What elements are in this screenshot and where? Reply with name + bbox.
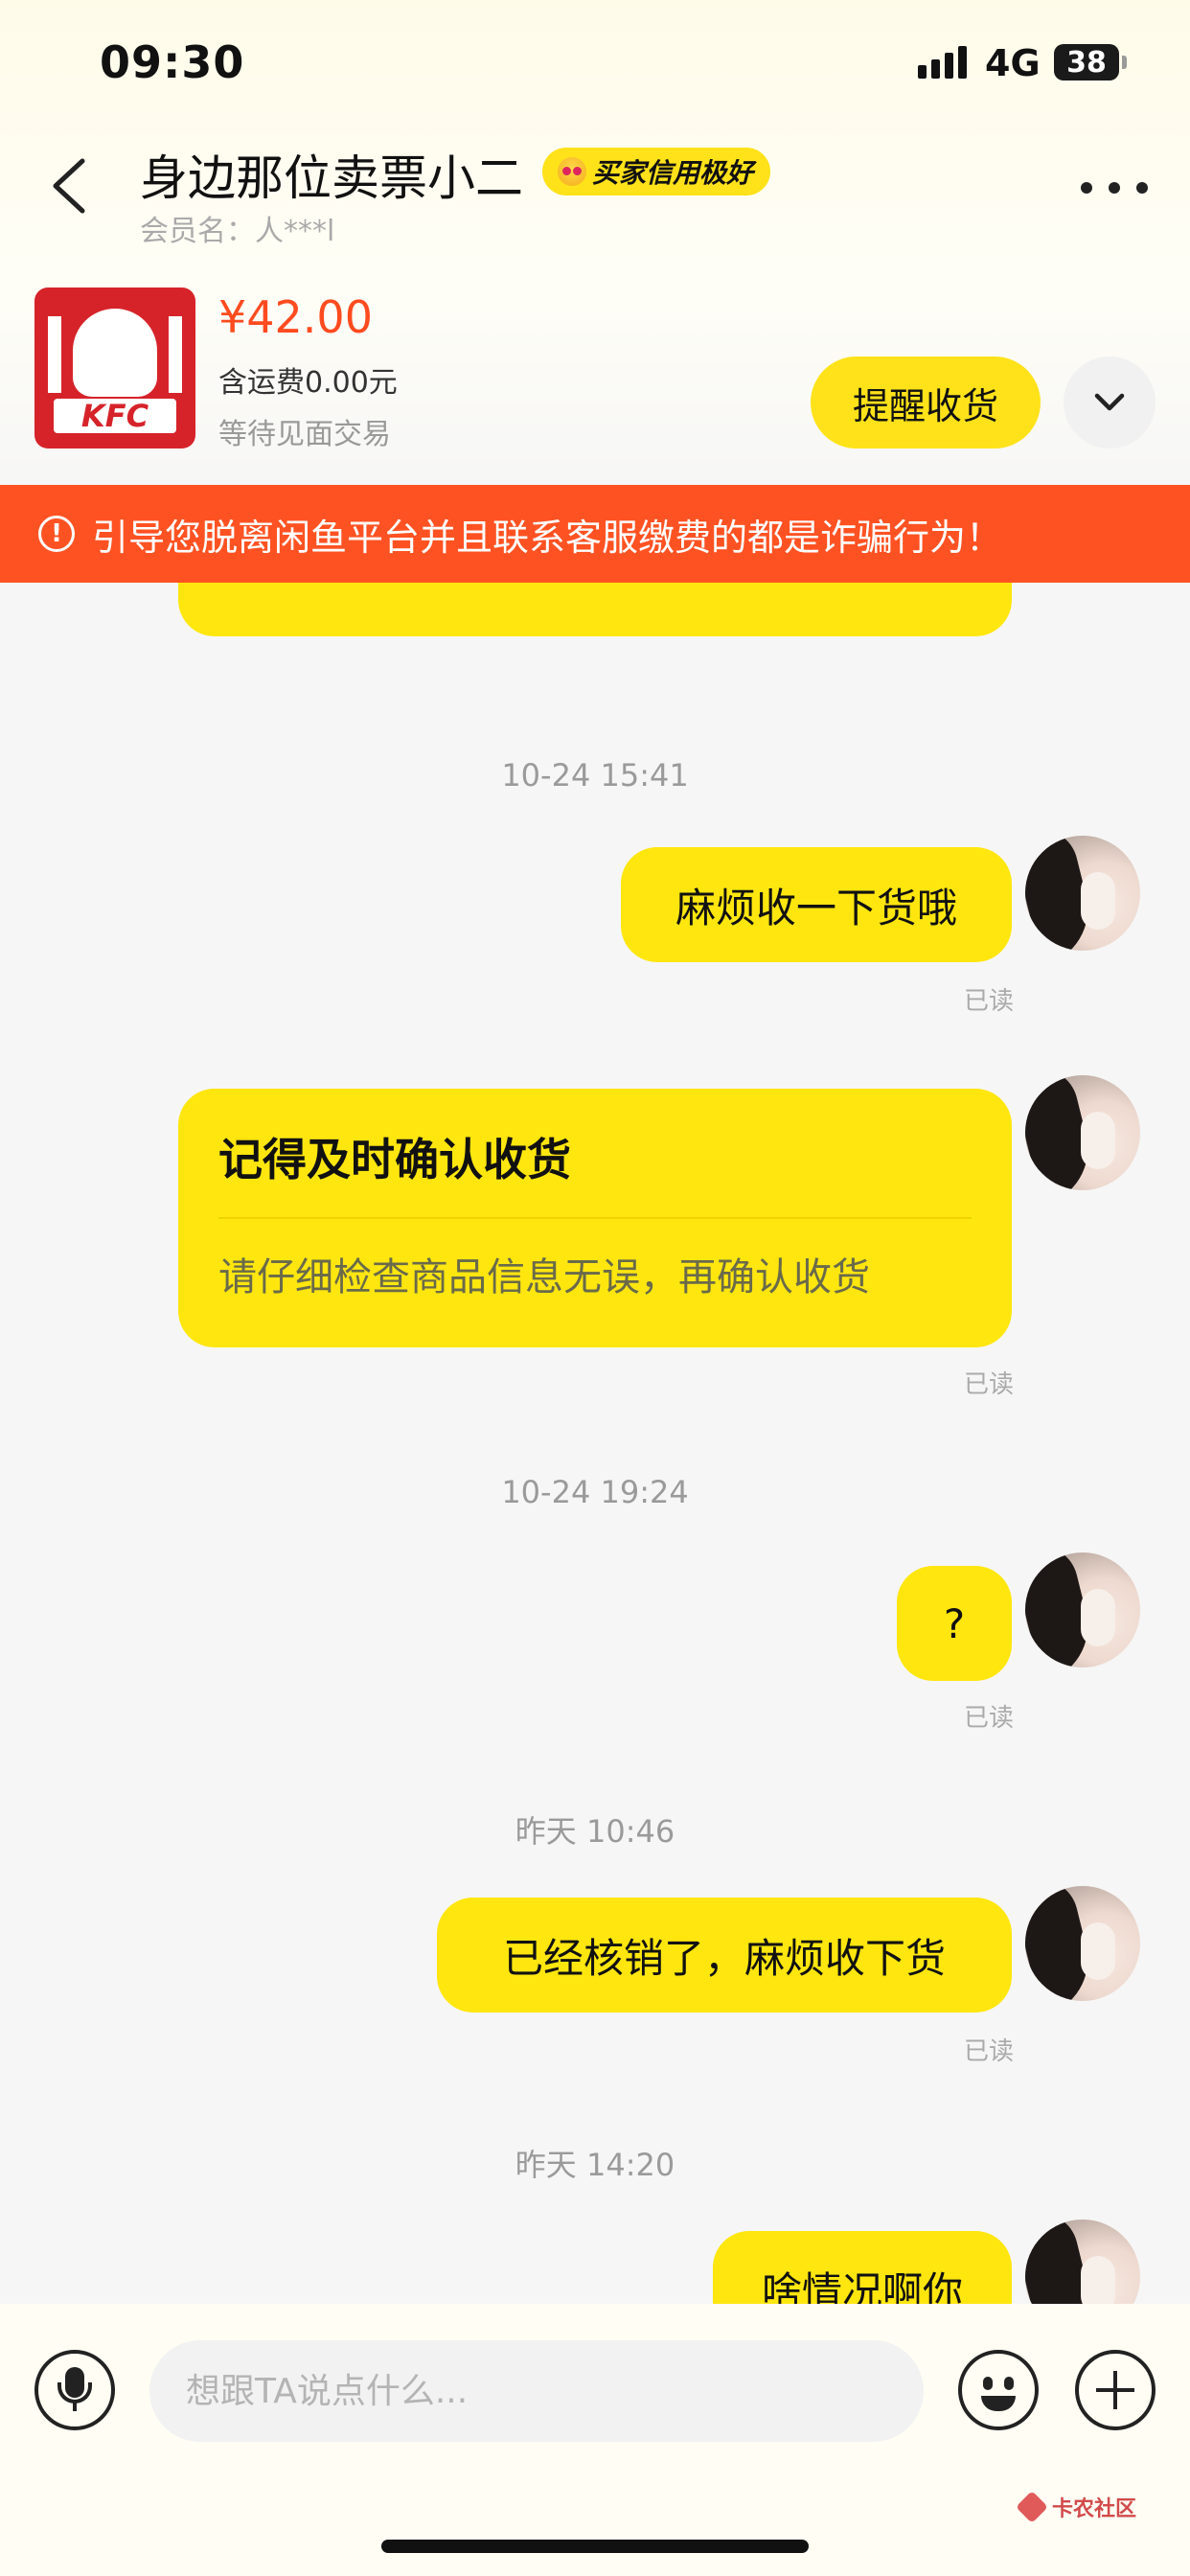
message-bubble[interactable]: 麻烦收一下货哦	[621, 847, 1012, 962]
confirm-receipt-card[interactable]: 记得及时确认收货 请仔细检查商品信息无误，再确认收货	[178, 1089, 1012, 1347]
credit-badge: 买家信用极好	[542, 148, 771, 196]
card-divider	[218, 1217, 972, 1219]
credit-badge-label: 买家信用极好	[592, 157, 754, 189]
chevron-left-icon	[53, 158, 85, 214]
emoji-icon[interactable]	[958, 2350, 1039, 2430]
previous-message-bubble[interactable]	[178, 583, 1012, 636]
network-type: 4G	[985, 42, 1041, 84]
card-title: 记得及时确认收货	[218, 1134, 571, 1185]
chevron-down-icon	[1094, 393, 1125, 411]
input-bar: 卡农社区	[0, 2304, 1190, 2576]
timestamp: 10-24 19:24	[501, 1474, 689, 1510]
read-receipt: 已读	[964, 1370, 1015, 1399]
avatar[interactable]	[1025, 1886, 1140, 2001]
home-indicator[interactable]	[381, 2540, 809, 2553]
expand-button[interactable]	[1064, 356, 1156, 448]
fraud-warning-banner: ! 引导您脱离闲鱼平台并且联系客服缴费的都是诈骗行为！	[0, 485, 1190, 583]
timestamp: 昨天 10:46	[515, 1813, 675, 1850]
timestamp: 昨天 14:20	[515, 2147, 675, 2183]
signal-icon	[918, 46, 968, 79]
avatar[interactable]	[1025, 2220, 1140, 2304]
kfc-wordmark: KFC	[54, 399, 176, 433]
chat-history[interactable]: 10-24 15:41 麻烦收一下货哦 已读 记得及时确认收货 请仔细检查商品信…	[0, 583, 1190, 2304]
avatar[interactable]	[1025, 1075, 1140, 1190]
read-receipt: 已读	[964, 987, 1015, 1016]
read-receipt: 已读	[964, 2037, 1015, 2066]
colonel-logo	[73, 309, 157, 397]
more-options-button[interactable]	[1081, 169, 1148, 207]
watermark-logo-icon	[1016, 2491, 1048, 2523]
heart-eyes-icon	[558, 157, 586, 186]
avatar[interactable]	[1025, 1552, 1140, 1668]
message-bubble[interactable]: 已经核销了，麻烦收下货	[437, 1898, 1012, 2012]
read-receipt: 已读	[964, 1704, 1015, 1733]
product-price: ¥42.00	[218, 291, 373, 343]
message-bubble[interactable]: 啥情况啊你	[713, 2231, 1012, 2304]
microphone-icon[interactable]	[34, 2350, 115, 2430]
timestamp: 10-24 15:41	[501, 757, 689, 794]
battery-icon: 38	[1054, 44, 1127, 80]
watermark-text: 卡农社区	[1052, 2497, 1137, 2521]
message-bubble[interactable]: ?	[897, 1566, 1012, 1681]
plus-icon[interactable]	[1075, 2350, 1156, 2430]
exclamation-icon: !	[38, 516, 75, 552]
back-button[interactable]	[48, 155, 90, 217]
remind-receipt-button[interactable]: 提醒收货	[811, 356, 1041, 448]
fraud-warning-text: 引导您脱离闲鱼平台并且联系客服缴费的都是诈骗行为！	[92, 516, 1003, 559]
message-input[interactable]	[149, 2340, 924, 2442]
trade-status: 等待见面交易	[218, 418, 391, 451]
avatar[interactable]	[1025, 836, 1140, 951]
shipping-fee: 含运费0.00元	[218, 366, 398, 400]
member-name: 会员名：人***l	[140, 215, 335, 248]
product-image[interactable]: KFC	[34, 288, 195, 448]
card-subtitle: 请仔细检查商品信息无误，再确认收货	[218, 1255, 870, 1300]
watermark: 卡农社区	[1016, 2491, 1137, 2523]
status-time: 09:30	[100, 36, 245, 88]
chat-title[interactable]: 身边那位卖票小二	[140, 140, 523, 209]
